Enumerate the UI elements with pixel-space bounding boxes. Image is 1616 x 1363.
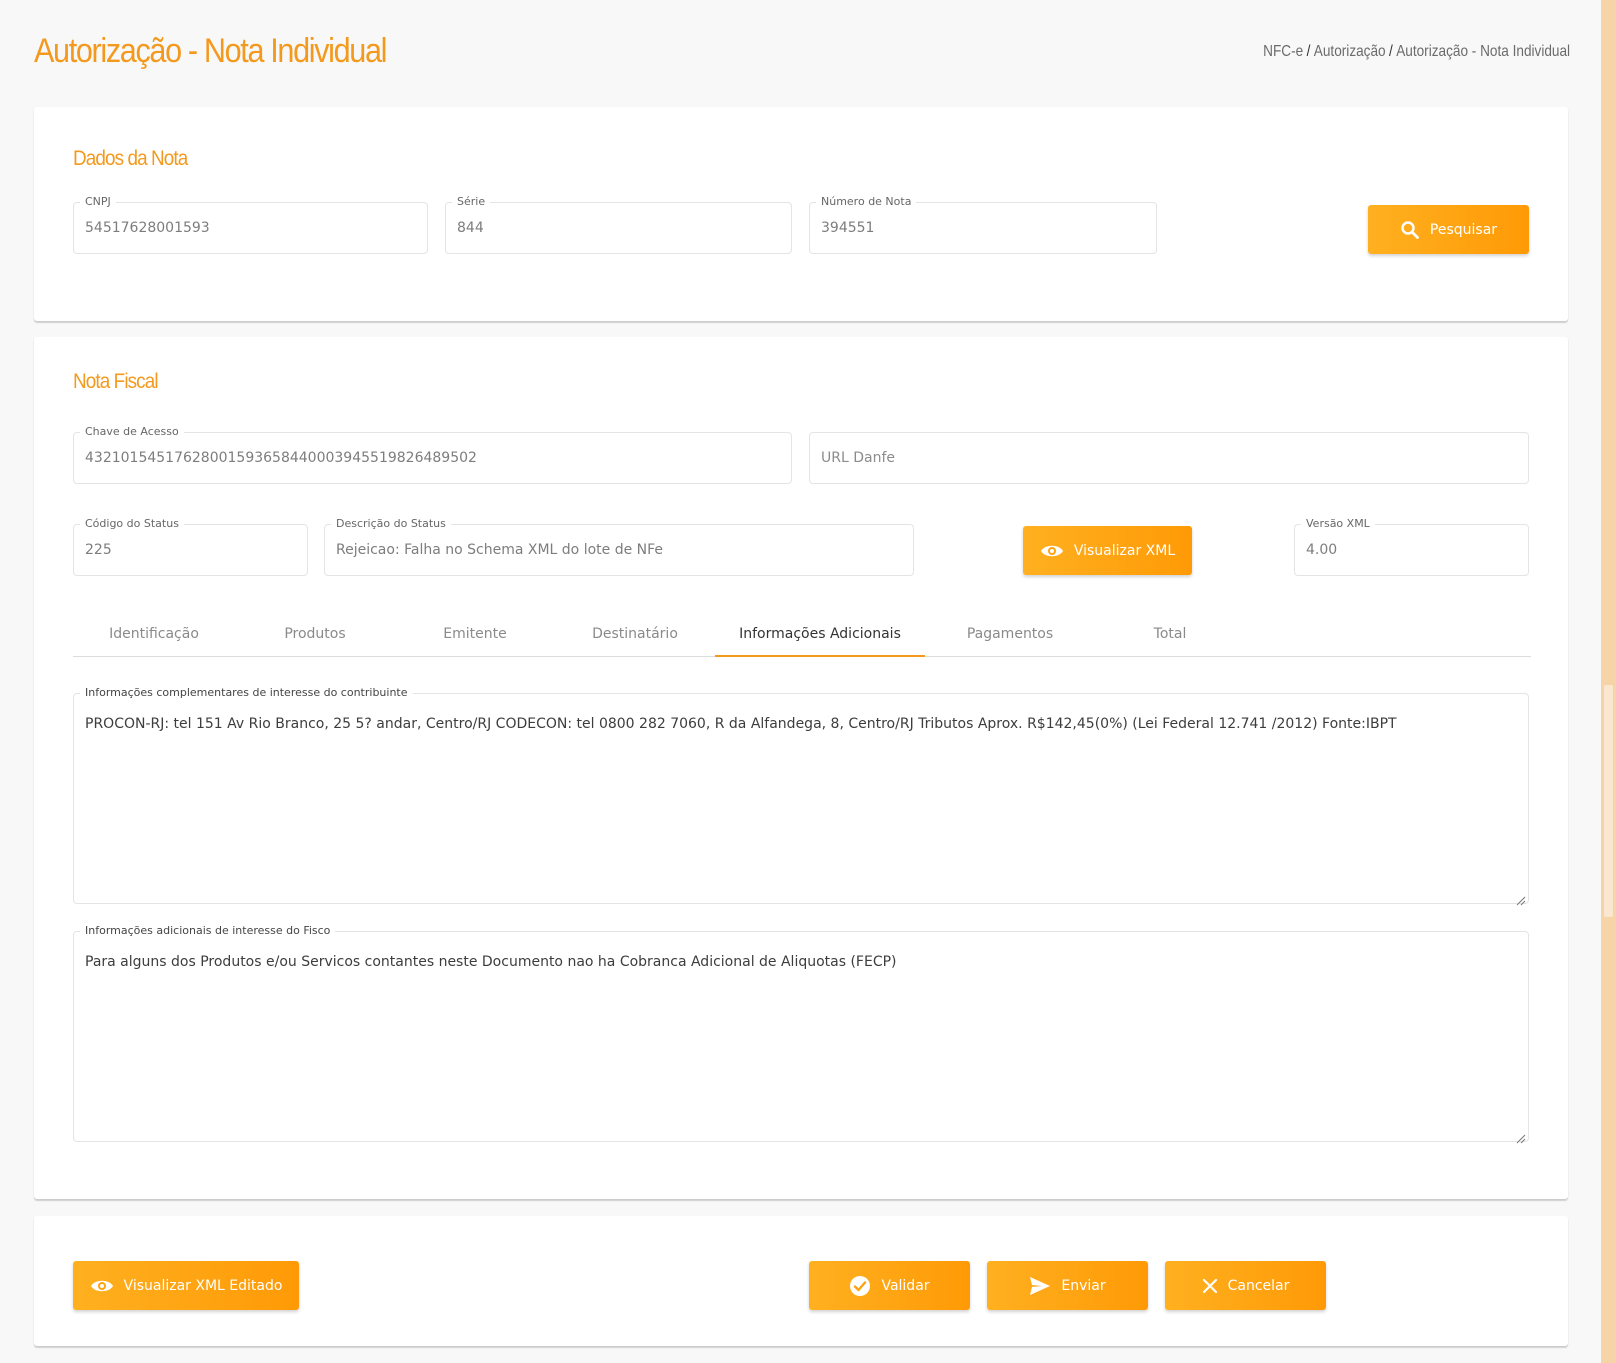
eye-icon (90, 1278, 114, 1294)
tab-pagamentos[interactable]: Pagamentos (925, 611, 1095, 655)
cnpj-field[interactable]: CNPJ 54517628001593 (73, 195, 428, 254)
chave-acesso-value: 4321015451762800159365844000394551982648… (85, 450, 477, 466)
tab-destinatario[interactable]: Destinatário (555, 611, 715, 655)
nota-fiscal-title: Nota Fiscal (73, 370, 159, 393)
eye-icon (1040, 543, 1064, 559)
codigo-status-value: 225 (85, 542, 112, 558)
url-danfe-placeholder: URL Danfe (821, 450, 895, 466)
dados-nota-card: Dados da Nota CNPJ 54517628001593 Série … (34, 107, 1568, 321)
pesquisar-label: Pesquisar (1429, 221, 1498, 238)
send-icon (1029, 1276, 1051, 1296)
numero-nota-value: 394551 (821, 220, 875, 236)
visualizar-xml-label: Visualizar XML (1073, 542, 1176, 559)
enviar-label: Enviar (1061, 1277, 1106, 1294)
cancelar-button[interactable]: Cancelar (1165, 1261, 1326, 1310)
info-contribuinte-value: PROCON-RJ: tel 151 Av Rio Branco, 25 5? … (85, 716, 1397, 732)
check-circle-icon (849, 1275, 871, 1297)
validar-button[interactable]: Validar (809, 1261, 970, 1310)
resize-grip-icon[interactable] (1516, 1129, 1526, 1144)
tab-total[interactable]: Total (1095, 611, 1245, 655)
enviar-button[interactable]: Enviar (987, 1261, 1148, 1310)
tab-emitente[interactable]: Emitente (395, 611, 555, 655)
breadcrumb-item-current: Autorização - Nota Individual (1396, 43, 1570, 60)
dados-nota-title: Dados da Nota (73, 147, 188, 170)
serie-value: 844 (457, 220, 484, 236)
tab-identificacao[interactable]: Identificação (73, 611, 235, 655)
visualizar-xml-editado-button[interactable]: Visualizar XML Editado (73, 1261, 299, 1310)
numero-nota-field[interactable]: Número de Nota 394551 (809, 195, 1157, 254)
actions-card: Visualizar XML Editado Validar Enviar Ca… (34, 1216, 1568, 1346)
tab-informacoes-adicionais[interactable]: Informações Adicionais (715, 611, 925, 657)
descricao-status-value: Rejeicao: Falha no Schema XML do lote de… (336, 542, 664, 558)
nota-fiscal-card: Nota Fiscal Chave de Acesso 432101545176… (34, 337, 1568, 1199)
tab-produtos[interactable]: Produtos (235, 611, 395, 655)
url-danfe-field[interactable]: URL Danfe (809, 432, 1529, 484)
page-title: Autorização - Nota Individual (34, 32, 387, 70)
breadcrumb-item-nfce[interactable]: NFC-e (1263, 43, 1303, 60)
serie-field[interactable]: Série 844 (445, 195, 792, 254)
codigo-status-field[interactable]: Código do Status 225 (73, 517, 308, 576)
scrollbar-thumb[interactable] (1604, 685, 1613, 917)
breadcrumb: NFC-e / Autorização / Autorização - Nota Ind… (1263, 43, 1570, 60)
descricao-status-field[interactable]: Descrição do Status Rejeicao: Falha no S… (324, 517, 914, 576)
close-icon (1202, 1278, 1218, 1294)
chave-acesso-field[interactable]: Chave de Acesso 432101545176280015936584… (73, 425, 792, 484)
scrollbar-track[interactable] (1601, 0, 1616, 1363)
info-fisco-label: Informações adicionais de interesse do F… (80, 924, 336, 938)
nota-fiscal-tabs: Identificação Produtos Emitente Destinat… (73, 611, 1531, 657)
info-contribuinte-label: Informações complementares de interesse … (80, 686, 413, 700)
resize-grip-icon[interactable] (1516, 891, 1526, 906)
breadcrumb-item-autorizacao[interactable]: Autorização (1314, 43, 1386, 60)
validar-label: Validar (881, 1277, 930, 1294)
pesquisar-button[interactable]: Pesquisar (1368, 205, 1529, 254)
info-fisco-textarea[interactable]: Informações adicionais de interesse do F… (73, 924, 1529, 1144)
visualizar-xml-button[interactable]: Visualizar XML (1023, 526, 1192, 575)
info-contribuinte-textarea[interactable]: Informações complementares de interesse … (73, 686, 1529, 906)
versao-xml-field[interactable]: Versão XML 4.00 (1294, 517, 1529, 576)
cnpj-value: 54517628001593 (85, 220, 210, 236)
search-icon (1400, 220, 1420, 240)
versao-xml-value: 4.00 (1306, 542, 1338, 558)
info-fisco-value: Para alguns dos Produtos e/ou Servicos c… (85, 954, 897, 970)
cancelar-label: Cancelar (1227, 1277, 1290, 1294)
visualizar-xml-editado-label: Visualizar XML Editado (123, 1277, 283, 1294)
